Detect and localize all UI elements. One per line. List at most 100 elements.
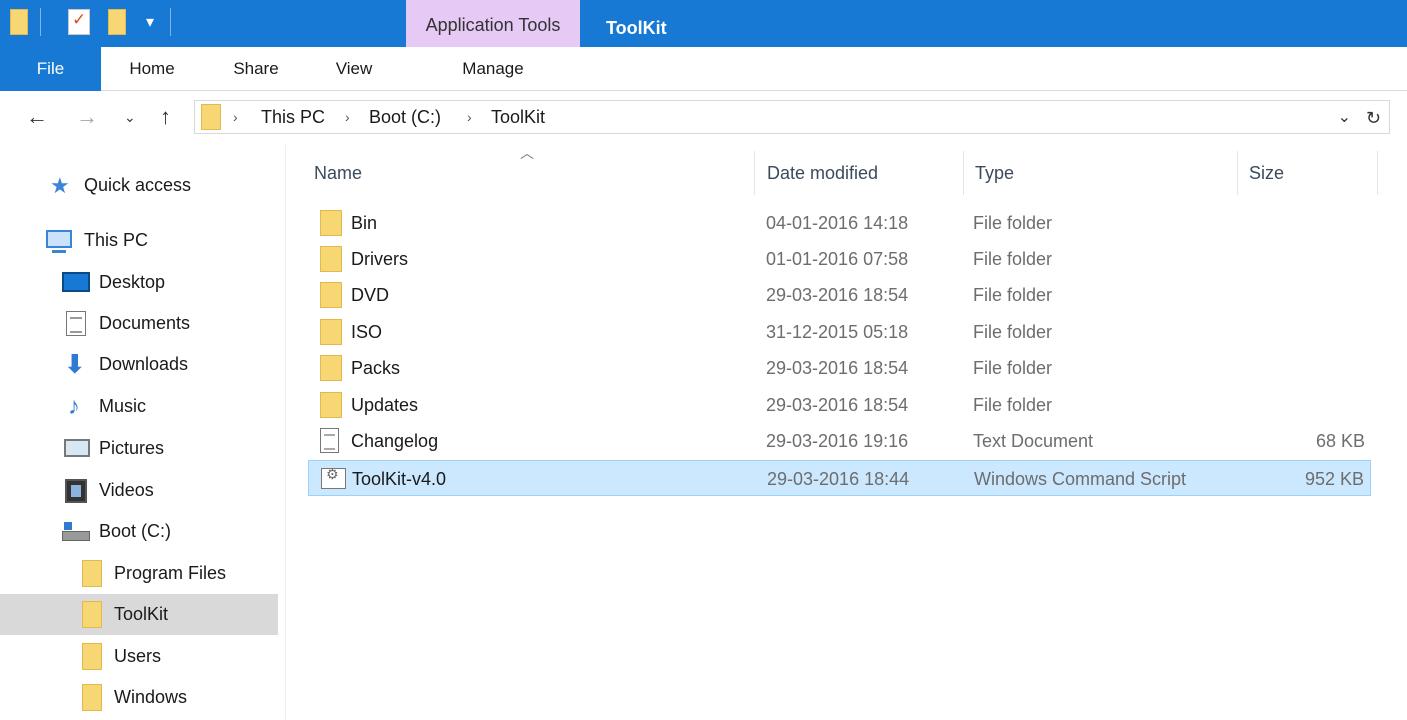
file-type: Text Document xyxy=(973,431,1094,451)
folder-icon xyxy=(82,601,102,628)
file-date: 31-12-2015 05:18 xyxy=(766,322,909,342)
folder-icon[interactable] xyxy=(10,9,28,35)
folder-icon xyxy=(320,282,342,308)
sidebar-item-label: Downloads xyxy=(99,354,189,374)
file-row[interactable]: Drivers 01-01-2016 07:58 File folder xyxy=(308,241,1371,277)
sidebar-item-music[interactable]: ♪ Music xyxy=(0,386,278,427)
tab-home[interactable]: Home xyxy=(112,47,192,91)
sidebar-item-windows[interactable]: Windows xyxy=(0,677,278,718)
ribbon-tabs: File Home Share View Manage xyxy=(0,47,1407,91)
file-row[interactable]: Updates 29-03-2016 18:54 File folder xyxy=(308,387,1371,423)
script-icon xyxy=(321,466,346,489)
download-arrow-icon: ⬇ xyxy=(64,349,86,379)
drive-icon xyxy=(62,522,90,541)
sidebar-item-label: Pictures xyxy=(99,438,165,458)
column-header-type[interactable]: Type xyxy=(975,149,1014,197)
tab-file[interactable]: File xyxy=(0,47,101,91)
file-date: 29-03-2016 18:54 xyxy=(766,395,909,415)
sidebar-item-label: Windows xyxy=(114,687,188,707)
column-divider[interactable] xyxy=(1377,151,1378,195)
file-name: ToolKit-v4.0 xyxy=(352,469,447,489)
back-arrow-icon[interactable]: ← xyxy=(26,101,48,133)
column-header-name[interactable]: Name xyxy=(314,149,362,197)
sidebar-item-desktop[interactable]: Desktop xyxy=(0,262,278,303)
folder-icon xyxy=(82,643,102,670)
text-document-icon xyxy=(320,428,339,453)
sidebar-item-label: Program Files xyxy=(114,563,227,583)
computer-icon xyxy=(46,230,72,253)
navigation-pane: ★ Quick access This PC Desktop Documents… xyxy=(0,145,286,720)
folder-icon xyxy=(320,319,342,345)
chevron-down-icon[interactable]: ⌄ xyxy=(1338,101,1351,135)
folder-icon xyxy=(320,392,342,418)
sidebar-item-program-files[interactable]: Program Files xyxy=(0,553,278,594)
file-date: 29-03-2016 18:54 xyxy=(766,285,909,305)
sidebar-item-label: Users xyxy=(114,646,162,666)
sidebar-item-users[interactable]: Users xyxy=(0,636,278,677)
sidebar-item-label: Desktop xyxy=(99,272,166,292)
column-divider[interactable] xyxy=(1237,151,1238,195)
sidebar-item-quick-access[interactable]: ★ Quick access xyxy=(0,165,278,206)
chevron-right-icon[interactable]: › xyxy=(233,101,238,133)
toolbar-separator xyxy=(40,8,41,36)
tab-manage[interactable]: Manage xyxy=(406,47,580,91)
refresh-icon[interactable]: ↻ xyxy=(1366,101,1381,135)
sidebar-item-videos[interactable]: Videos xyxy=(0,470,278,511)
sidebar-item-downloads[interactable]: ⬇ Downloads xyxy=(0,344,278,385)
tab-view[interactable]: View xyxy=(318,47,390,91)
folder-icon xyxy=(82,684,102,711)
folder-icon xyxy=(82,560,102,587)
up-arrow-icon[interactable]: ↑ xyxy=(160,101,171,133)
column-divider[interactable] xyxy=(754,151,755,195)
chevron-right-icon[interactable]: › xyxy=(345,101,350,133)
file-type: File folder xyxy=(973,322,1053,342)
file-size: 952 KB xyxy=(1304,469,1364,489)
sidebar-item-toolkit[interactable]: ToolKit xyxy=(0,594,278,635)
file-type: File folder xyxy=(973,358,1053,378)
forward-arrow-icon[interactable]: → xyxy=(76,101,98,133)
documents-icon xyxy=(66,311,86,336)
sidebar-item-this-pc[interactable]: This PC xyxy=(0,220,278,261)
file-row[interactable]: Changelog 29-03-2016 19:16 Text Document… xyxy=(308,423,1371,459)
sidebar-item-pictures[interactable]: Pictures xyxy=(0,428,278,469)
file-list: ︿ Name Date modified Type Size Bin 04-01… xyxy=(286,145,1407,720)
recent-locations-chevron-icon[interactable]: ⌄ xyxy=(124,101,136,133)
application-tools-context-tab: Application Tools xyxy=(406,0,580,47)
file-type: File folder xyxy=(973,395,1053,415)
properties-icon[interactable] xyxy=(68,9,90,35)
file-type: File folder xyxy=(973,285,1053,305)
new-folder-icon[interactable] xyxy=(108,9,126,35)
tab-share[interactable]: Share xyxy=(218,47,294,91)
file-size: 68 KB xyxy=(1315,431,1365,451)
customize-toolbar-icon[interactable]: ▾ xyxy=(146,10,154,36)
desktop-icon xyxy=(62,272,90,292)
file-date: 29-03-2016 18:44 xyxy=(767,469,910,489)
sidebar-item-label: Quick access xyxy=(84,175,192,195)
file-row[interactable]: DVD 29-03-2016 18:54 File folder xyxy=(308,277,1371,313)
file-name: Packs xyxy=(351,358,401,378)
file-row[interactable]: Packs 29-03-2016 18:54 File folder xyxy=(308,350,1371,386)
file-row[interactable]: ISO 31-12-2015 05:18 File folder xyxy=(308,314,1371,350)
sidebar-item-documents[interactable]: Documents xyxy=(0,303,278,344)
column-header-size[interactable]: Size xyxy=(1249,149,1284,197)
chevron-right-icon[interactable]: › xyxy=(467,101,472,133)
file-row[interactable]: ToolKit-v4.0 29-03-2016 18:44 Windows Co… xyxy=(308,460,1371,496)
breadcrumb-this-pc[interactable]: This PC xyxy=(261,101,325,133)
address-bar[interactable]: › This PC › Boot (C:) › ToolKit ⌄ ↻ xyxy=(194,100,1390,134)
sidebar-item-label: Boot (C:) xyxy=(99,521,172,541)
file-row[interactable]: Bin 04-01-2016 14:18 File folder xyxy=(308,205,1371,241)
column-divider[interactable] xyxy=(963,151,964,195)
breadcrumb-boot-c[interactable]: Boot (C:) xyxy=(369,101,441,133)
file-name: Changelog xyxy=(351,431,439,451)
title-bar: ▾ Application Tools ToolKit xyxy=(0,0,1407,47)
file-name: ISO xyxy=(351,322,383,342)
sidebar-item-boot-c[interactable]: Boot (C:) xyxy=(0,511,278,552)
file-type: File folder xyxy=(973,213,1053,233)
file-name: Bin xyxy=(351,213,378,233)
toolbar-separator xyxy=(170,8,171,36)
breadcrumb-toolkit[interactable]: ToolKit xyxy=(491,101,545,133)
sidebar-item-label: ToolKit xyxy=(114,604,169,624)
column-header-date[interactable]: Date modified xyxy=(767,149,878,197)
sidebar-item-label: Documents xyxy=(99,313,191,333)
file-date: 29-03-2016 18:54 xyxy=(766,358,909,378)
